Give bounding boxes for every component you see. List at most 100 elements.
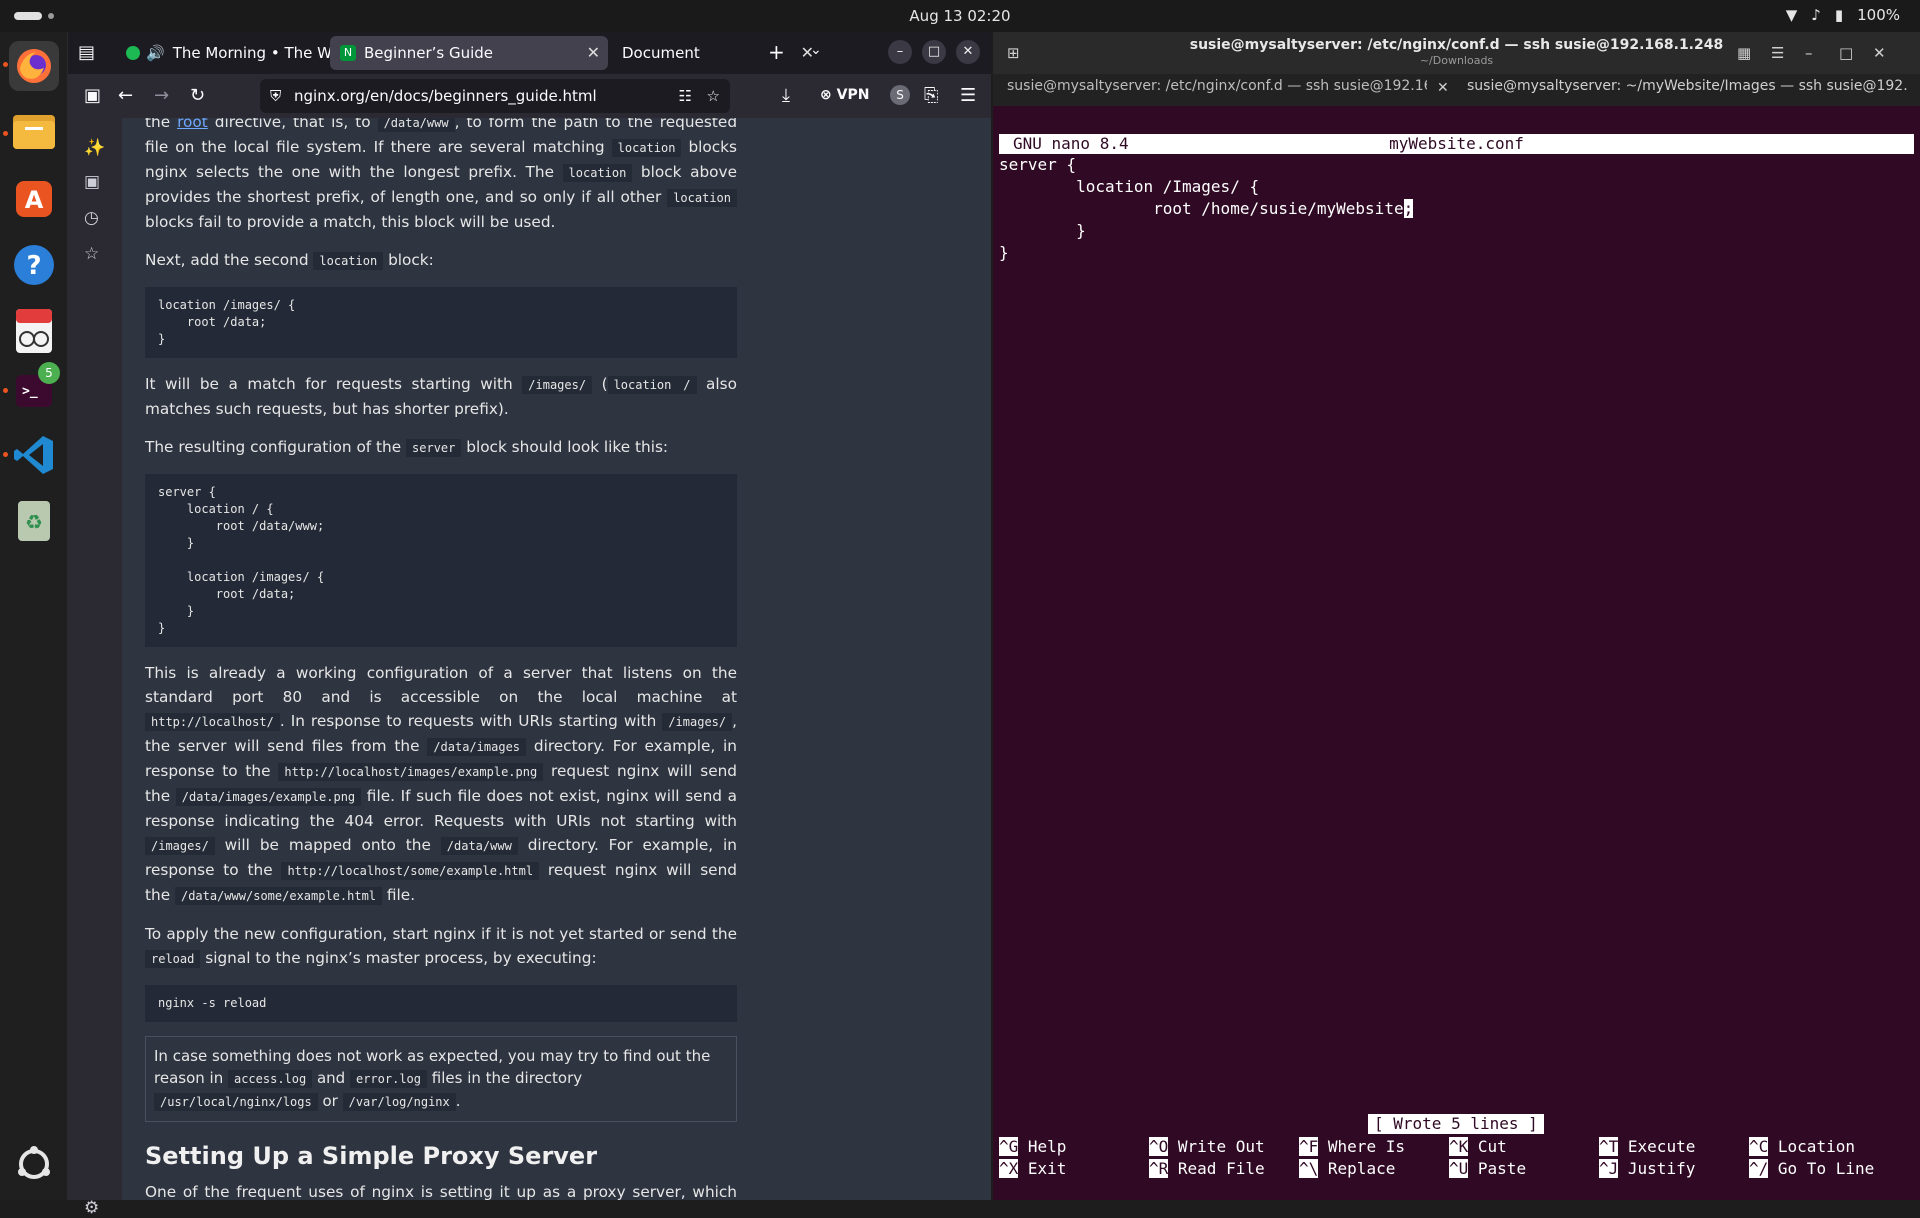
maximize-icon[interactable]: □ [922,40,946,64]
shortcut-exit[interactable]: ^X Exit [999,1158,1066,1180]
vpn-icon: ⊗ [820,87,837,103]
history-icon[interactable]: ◷ [84,208,99,228]
files-icon[interactable] [9,106,59,156]
extensions-icon[interactable]: ⎘ [924,85,938,106]
spotify-icon [126,46,140,60]
speaker-icon[interactable]: 🔊 [146,44,165,62]
top-bar: Aug 13 02:20 ▼ ♪ ▮ 100% [0,0,1920,32]
paragraph: Next, add the second location block: [145,251,434,270]
nginx-icon: N [340,45,356,61]
code-block: nginx -s reload [145,985,737,1022]
close-window-icon[interactable]: ✕ [1873,44,1886,62]
text-cursor: ; [1403,199,1414,218]
terminal-window: ⊞ susie@mysaltyserver: /etc/nginx/conf.d… [993,32,1920,1200]
running-indicator [3,62,8,67]
dock: A ? >_ 5 ♻ [0,32,68,1200]
root-link[interactable]: root [177,118,208,131]
ai-chatbot-icon[interactable]: ✨ [84,138,105,158]
document-viewer-icon[interactable] [9,306,59,356]
shortcut-where-is[interactable]: ^F Where Is [1299,1136,1405,1158]
vpn-button[interactable]: ⊗ VPN [820,87,869,103]
minimize-icon[interactable]: – [1805,44,1813,62]
bookmark-star-icon[interactable]: ☆ [707,79,720,113]
running-indicator [3,452,8,457]
shortcut-execute[interactable]: ^T Execute [1599,1136,1695,1158]
list-tabs-icon[interactable]: ⌄ [810,42,822,58]
menu-icon[interactable]: ☰ [1771,44,1784,62]
new-tab-icon[interactable]: + [768,40,785,64]
help-icon[interactable]: ? [9,240,59,290]
code-block: location /images/ { root /data; } [145,287,737,358]
page-content: the root directive, that is, to /data/ww… [122,118,991,1200]
svg-text:>_: >_ [22,384,38,399]
code-text: root /home/susie/myWebsite [999,199,1404,218]
nano-title-bar: GNU nano 8.4 myWebsite.conf [999,134,1914,154]
shortcut-go-to-line[interactable]: ^/ Go To Line [1749,1158,1874,1180]
tab-overview-icon[interactable]: ▤ [78,42,95,63]
svg-text:♻: ♻ [25,510,43,534]
trash-icon[interactable]: ♻ [9,494,59,544]
shortcut-paste[interactable]: ^U Paste [1449,1158,1526,1180]
synced-tabs-icon[interactable]: ▣ [84,172,100,192]
bookmarks-icon[interactable]: ☆ [84,244,99,264]
firefox-icon[interactable] [9,41,59,91]
url-text[interactable]: nginx.org/en/docs/beginners_guide.html [294,87,597,105]
code-line[interactable]: server { [999,154,1076,176]
tab-document[interactable]: Document ✕ [612,36,822,70]
volume-icon: ♪ [1811,6,1821,24]
tab-label: The Morning • The W [172,44,332,62]
show-apps-icon[interactable] [9,1139,59,1189]
url-bar[interactable]: ⛨ nginx.org/en/docs/beginners_guide.html… [260,79,730,113]
tab-beginners-guide[interactable]: N Beginner’s Guide ✕ [330,36,608,70]
customize-sidebar-icon[interactable]: ⚙ [84,1198,99,1218]
clock[interactable]: Aug 13 02:20 [0,7,1920,25]
minimize-icon[interactable]: – [888,40,912,64]
code-line[interactable]: location /Images/ { [999,176,1259,198]
shortcut-write-out[interactable]: ^O Write Out [1149,1136,1265,1158]
shortcut-read-file[interactable]: ^R Read File [1149,1158,1265,1180]
shortcut-help[interactable]: ^G Help [999,1136,1066,1158]
account-avatar[interactable]: S [890,85,910,105]
forward-icon[interactable]: → [154,85,169,106]
tab-label: susie@mysaltyserver: ~/myWebsite/Images … [1467,78,1907,94]
vpn-label: VPN [836,87,870,103]
running-indicator [3,388,8,393]
maximize-icon[interactable]: □ [1839,44,1853,62]
shortcut-justify[interactable]: ^J Justify [1599,1158,1695,1180]
nano-editor[interactable]: GNU nano 8.4 myWebsite.conf server { loc… [993,106,1920,1200]
reader-view-icon[interactable]: ☷ [679,79,692,113]
downloads-icon[interactable]: ⤓ [782,85,790,106]
shortcut-location[interactable]: ^C Location [1749,1136,1855,1158]
code-line[interactable]: } [999,220,1086,242]
close-icon[interactable]: ✕ [1437,80,1449,96]
paragraph: It will be a match for requests starting… [145,375,737,418]
menu-icon[interactable]: ☰ [960,85,976,106]
close-window-icon[interactable]: ✕ [956,40,980,64]
terminal-tabs: susie@mysaltyserver: /etc/nginx/conf.d —… [993,74,1920,106]
vscode-icon[interactable] [9,430,59,480]
shortcut-replace[interactable]: ^\ Replace [1299,1158,1395,1180]
terminal-tab-images[interactable]: susie@mysaltyserver: ~/myWebsite/Images … [1467,78,1907,102]
close-icon[interactable]: ✕ [587,43,600,62]
site-info-icon[interactable]: ⛨ [270,79,281,113]
running-indicator [3,131,8,136]
battery-icon: ▮ [1834,6,1844,24]
section-heading: Setting Up a Simple Proxy Server [145,1142,598,1170]
file-name: myWebsite.conf [1389,134,1524,153]
code-line[interactable]: root /home/susie/myWebsite; [999,198,1414,220]
shortcut-cut[interactable]: ^K Cut [1449,1136,1507,1158]
sidebar-toggle-icon[interactable]: ▣ [84,85,101,106]
back-icon[interactable]: ← [118,85,133,106]
app-center-icon[interactable]: A [9,174,59,224]
paragraph: One of the frequent uses of nginx is set… [145,1183,737,1200]
tab-overview-icon[interactable]: ▦ [1737,44,1751,62]
reload-icon[interactable]: ↻ [190,85,205,106]
article: the root directive, that is, to /data/ww… [145,118,737,1200]
paragraph: The resulting configuration of the serve… [145,438,669,457]
battery-percent: 100% [1857,6,1900,24]
terminal-header: ⊞ susie@mysaltyserver: /etc/nginx/conf.d… [993,32,1920,74]
system-status[interactable]: ▼ ♪ ▮ 100% [1786,6,1900,24]
tab-label: susie@mysaltyserver: /etc/nginx/conf.d —… [1007,78,1427,94]
terminal-tab-conf[interactable]: susie@mysaltyserver: /etc/nginx/conf.d —… [1007,78,1427,102]
code-line[interactable]: } [999,242,1009,264]
